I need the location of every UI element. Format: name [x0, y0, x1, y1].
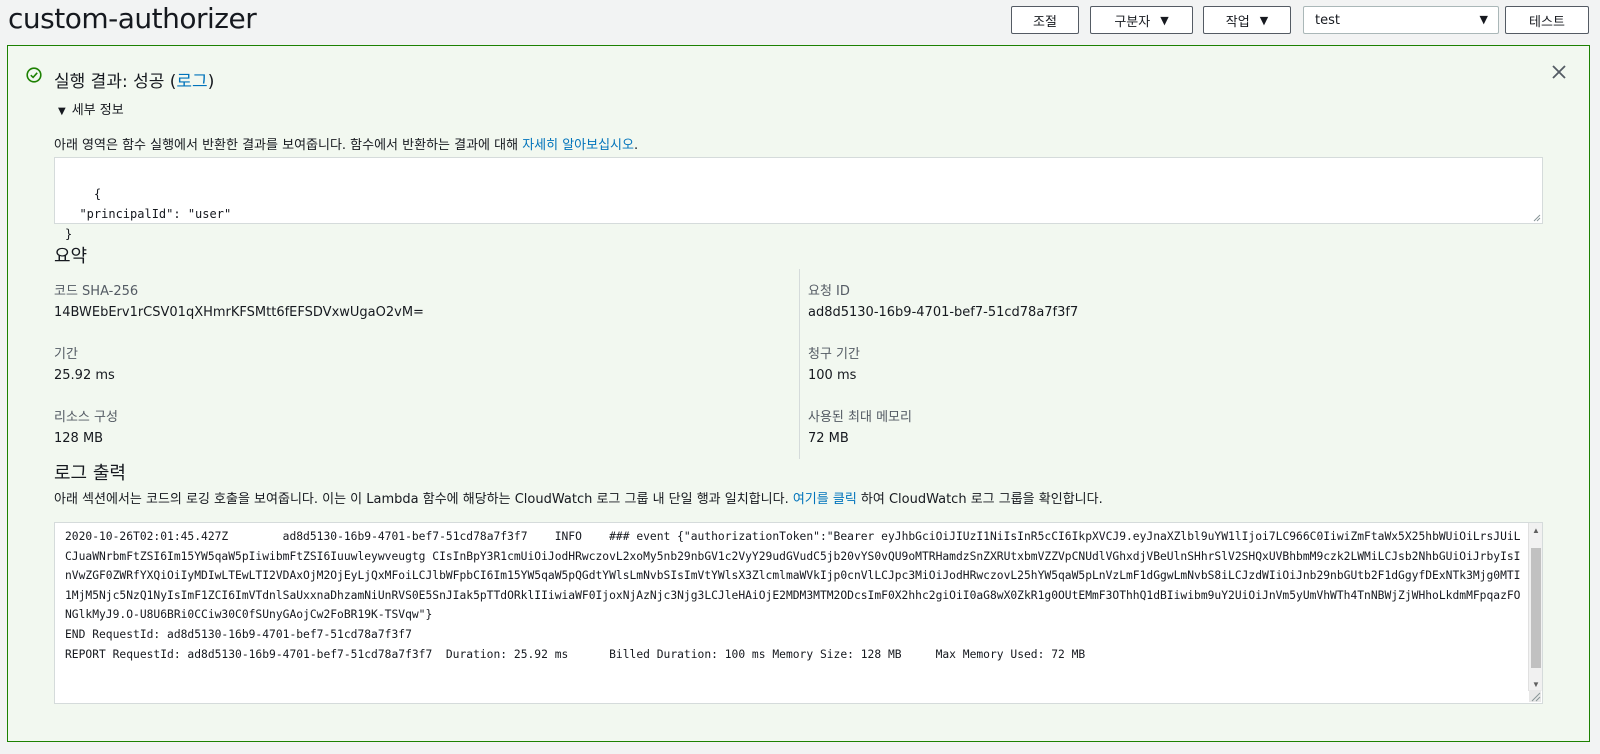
log-output[interactable]: 2020-10-26T02:01:45.427Z ad8d5130-16b9-4… [54, 522, 1543, 704]
log-description-end: 하여 CloudWatch 로그 그룹을 확인합니다. [856, 492, 1103, 507]
test-event-select[interactable]: test ▼ [1303, 6, 1499, 34]
click-here-link[interactable]: 여기를 클릭 [793, 492, 857, 507]
log-output-heading: 로그 출력 [54, 463, 126, 484]
execution-status-prefix: 실행 결과: 성공 ( [54, 72, 177, 92]
duration-label: 기간 [54, 347, 78, 362]
billed-duration-label: 청구 기간 [808, 347, 860, 362]
execution-status: 실행 결과: 성공 (로그) [54, 67, 214, 92]
result-description-text: 아래 영역은 함수 실행에서 반환한 결과를 보여줍니다. 함수에서 반환하는 … [54, 138, 523, 153]
test-button-label: 테스트 [1529, 14, 1565, 30]
max-memory-value: 72 MB [808, 431, 849, 446]
caret-down-icon: ▼ [1479, 13, 1488, 26]
summary-divider [799, 269, 800, 459]
resize-handle-icon[interactable] [1532, 213, 1541, 222]
scroll-thumb[interactable] [1531, 548, 1541, 668]
resources-value: 128 MB [54, 431, 104, 446]
code-sha-label: 코드 SHA-256 [54, 284, 139, 299]
result-description: 아래 영역은 함수 실행에서 반환한 결과를 보여줍니다. 함수에서 반환하는 … [54, 134, 638, 153]
caret-down-icon: ▼ [1160, 13, 1169, 27]
details-toggle-label: 세부 정보 [71, 103, 124, 118]
details-toggle[interactable]: ▼ 세부 정보 [58, 99, 124, 118]
actions-button-label: 작업 [1225, 14, 1250, 30]
throttle-button-label: 조절 [1033, 14, 1057, 30]
throttle-button[interactable]: 조절 [1011, 6, 1079, 34]
log-output-text: 2020-10-26T02:01:45.427Z ad8d5130-16b9-4… [65, 530, 1521, 661]
max-memory-label: 사용된 최대 메모리 [808, 410, 912, 425]
execution-result-panel: 실행 결과: 성공 (로그) ▼ 세부 정보 아래 영역은 함수 실행에서 반환한… [7, 45, 1590, 742]
result-output[interactable]: { "principalId": "user" } [54, 157, 1543, 241]
duration-value: 25.92 ms [54, 368, 115, 383]
scroll-down-icon[interactable]: ▼ [1529, 677, 1542, 691]
logs-link[interactable]: 로그 [176, 72, 207, 92]
caret-down-icon: ▼ [1259, 13, 1269, 27]
summary-heading: 요약 [54, 246, 88, 267]
page-title: custom-authorizer [8, 2, 257, 35]
result-description-end: . [633, 138, 639, 153]
request-id-label: 요청 ID [808, 284, 850, 299]
qualifiers-button[interactable]: 구분자 ▼ [1090, 6, 1193, 34]
test-event-select-value: test [1315, 12, 1340, 28]
check-circle-icon [26, 67, 42, 83]
qualifiers-button-label: 구분자 [1114, 14, 1151, 30]
code-sha-value: 14BWEbErv1rCSV01qXHmrKFSMtt6fEFSDVxwUgaO… [54, 305, 424, 320]
resize-handle-icon[interactable] [1529, 690, 1541, 702]
log-description-text: 아래 섹션에서는 코드의 로깅 호출을 보여줍니다. 이는 이 Lambda 함… [54, 492, 793, 507]
learn-more-link[interactable]: 자세히 알아보십시오 [522, 138, 634, 153]
actions-button[interactable]: 작업 ▼ [1203, 6, 1291, 34]
test-button[interactable]: 테스트 [1505, 6, 1589, 34]
log-scrollbar[interactable]: ▲ ▼ [1528, 523, 1542, 691]
resources-label: 리소스 구성 [54, 410, 118, 425]
log-description: 아래 섹션에서는 코드의 로깅 호출을 보여줍니다. 이는 이 Lambda 함… [54, 488, 1103, 507]
caret-down-icon: ▼ [58, 106, 66, 117]
billed-duration-value: 100 ms [808, 368, 857, 383]
close-icon[interactable] [1551, 64, 1567, 80]
result-output-text: { "principalId": "user" } [65, 187, 232, 241]
scroll-up-icon[interactable]: ▲ [1529, 523, 1542, 537]
execution-status-suffix: ) [207, 72, 215, 92]
request-id-value: ad8d5130-16b9-4701-bef7-51cd78a7f3f7 [808, 305, 1079, 320]
